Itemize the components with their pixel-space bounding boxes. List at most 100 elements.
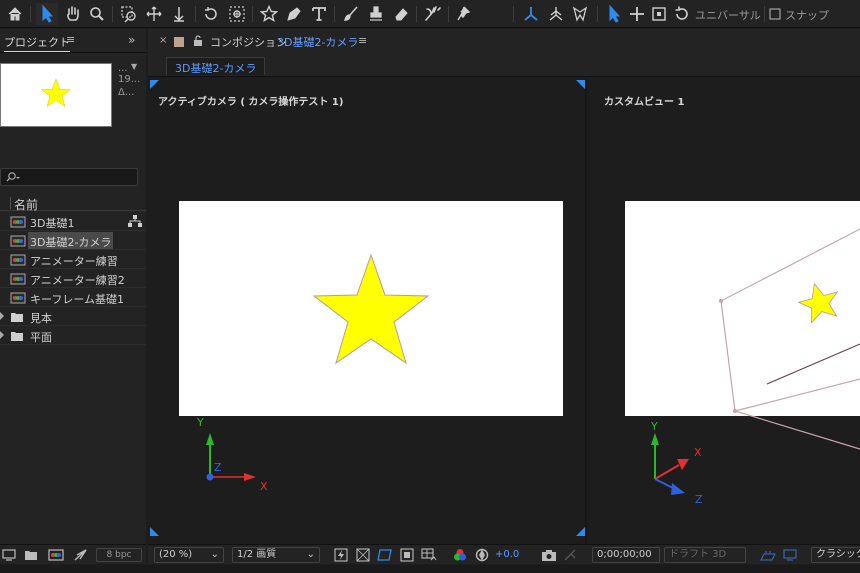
local-axis-mode-icon[interactable] (519, 3, 543, 25)
new-folder-icon[interactable] (24, 549, 38, 561)
reset-exposure-icon[interactable] (475, 548, 489, 562)
shape-tool-star-icon[interactable] (258, 3, 280, 25)
expand-arrow-icon[interactable] (0, 331, 4, 339)
universal-rotate-icon[interactable] (671, 3, 693, 25)
thumbnail-dropdown-icon[interactable]: ▼ (131, 62, 137, 71)
status-bar (0, 565, 860, 573)
region-of-interest-icon[interactable] (400, 548, 414, 562)
axis-gizmo (651, 433, 689, 495)
custom-view-title: カスタムビュー 1 (604, 97, 685, 108)
type-tool-icon[interactable] (308, 3, 330, 25)
lock-icon[interactable] (193, 35, 203, 47)
roto-brush-tool-icon[interactable] (422, 3, 444, 25)
tab-composition-name[interactable]: 3D基礎2-カメラ (277, 34, 358, 50)
project-item[interactable]: 見本 (0, 307, 146, 326)
axis-label-z: Z (214, 461, 222, 474)
anchor-point-tool-icon[interactable] (226, 3, 248, 25)
renderer-dropdown[interactable]: クラシック (811, 547, 860, 563)
axis-label-z: Z (695, 493, 703, 506)
thumbnail-info-line: ... (118, 63, 128, 74)
chevron-down-icon: ⌄ (306, 549, 315, 560)
composition-panel: × コンポジション 3D基礎2-カメラ ≡ 3D基礎2-カメラ アクティブカメラ… (148, 29, 860, 544)
active-camera-viewer[interactable] (148, 179, 584, 499)
composition-navigator-bar: 3D基礎2-カメラ (148, 53, 860, 77)
column-header-name[interactable]: 名前 (14, 196, 38, 213)
project-item[interactable]: アニメーター練習 (0, 250, 146, 269)
current-time-field[interactable]: 0;00;00;00 (592, 547, 660, 563)
puppet-pin-tool-icon[interactable] (453, 3, 475, 25)
interpret-footage-icon[interactable] (2, 549, 16, 561)
universal-scale-icon[interactable] (648, 3, 670, 25)
folder-icon (11, 313, 23, 322)
exposure-value[interactable]: +0.0 (495, 549, 519, 560)
dolly-camera-icon[interactable] (168, 3, 190, 25)
project-list-header: 名前 (0, 195, 146, 213)
composition-viewer-controls: (20 %) ⌄ 1/2 画質 ⌄ +0.0 0;00;00;00 ドラフト 3D … (148, 544, 860, 564)
selection-tool-icon[interactable] (36, 3, 58, 25)
zoom-tool-icon[interactable] (86, 3, 108, 25)
project-item-label: アニメーター練習 (30, 255, 118, 268)
panel-expand-icon[interactable]: » (128, 33, 135, 47)
eraser-tool-icon[interactable] (390, 3, 412, 25)
clone-stamp-tool-icon[interactable] (365, 3, 387, 25)
project-item[interactable]: 3D基礎2-カメラ (0, 231, 146, 250)
3d-view-preset-icon[interactable] (782, 548, 798, 562)
pen-tool-icon[interactable] (283, 3, 305, 25)
snapshot-camera-icon[interactable] (541, 548, 557, 562)
axis-label-x: X (260, 480, 268, 493)
fast-previews-icon[interactable] (334, 548, 348, 562)
transparency-grid-icon[interactable] (356, 548, 370, 562)
project-item[interactable]: キーフレーム基礎1 (0, 288, 146, 307)
viewer-corner-marker (576, 80, 585, 89)
orbit-camera-icon[interactable] (118, 3, 140, 25)
world-axis-mode-icon[interactable] (545, 3, 567, 25)
tab-composition-label[interactable]: コンポジション (210, 34, 287, 50)
thumbnail-info-line: Δ... (118, 87, 135, 98)
tab-project[interactable]: プロジェクト (4, 34, 70, 52)
pan-camera-icon[interactable] (143, 3, 165, 25)
color-depth-button[interactable]: 8 bpc (96, 548, 142, 562)
show-snapshot-icon[interactable] (562, 548, 578, 562)
project-item[interactable]: アニメーター練習2 (0, 269, 146, 288)
universal-move-icon[interactable] (626, 3, 648, 25)
channel-rgb-icon[interactable] (453, 548, 467, 562)
rotate-tool-icon[interactable] (200, 3, 222, 25)
folder-icon (11, 332, 23, 341)
close-tab-icon[interactable]: × (159, 35, 167, 46)
flowchart-icon[interactable] (128, 215, 142, 227)
draft-3d-toggle[interactable]: ドラフト 3D (664, 547, 746, 563)
expand-arrow-icon[interactable] (0, 312, 4, 320)
axis-label-y: Y (197, 416, 204, 429)
view-axis-mode-icon[interactable] (569, 3, 591, 25)
magnification-dropdown[interactable]: (20 %) ⌄ (154, 547, 224, 563)
axis-label-y: Y (651, 420, 658, 433)
mask-visibility-icon[interactable] (377, 548, 393, 562)
active-camera-view-title: アクティブカメラ ( カメラ操作テスト 1) (158, 97, 344, 108)
project-item[interactable]: 3D基礎1 (0, 212, 146, 231)
new-composition-icon[interactable] (48, 549, 64, 561)
render-queue-icon[interactable] (74, 549, 88, 561)
home-icon[interactable] (4, 3, 26, 25)
composition-icon (10, 273, 26, 285)
panel-menu-icon[interactable]: ≡ (66, 33, 75, 46)
resolution-dropdown[interactable]: 1/2 画質 ⌄ (232, 547, 320, 563)
universal-selection-icon[interactable] (603, 3, 625, 25)
3d-ground-plane-icon[interactable] (760, 548, 776, 562)
project-item-label: アニメーター練習2 (30, 274, 125, 287)
composition-navigator-tab[interactable]: 3D基礎2-カメラ (166, 57, 266, 75)
viewer-corner-marker (150, 527, 159, 536)
composition-icon (10, 216, 26, 228)
snap-checkbox[interactable] (767, 3, 783, 25)
hand-tool-icon[interactable] (62, 3, 84, 25)
axis-label-x: X (694, 446, 702, 459)
project-tab-bar: プロジェクト ≡ » (0, 29, 146, 53)
brush-tool-icon[interactable] (340, 3, 362, 25)
grid-guides-icon[interactable] (421, 548, 437, 562)
universal-label: ユニバーサル (695, 9, 761, 22)
panel-menu-icon[interactable]: ≡ (358, 34, 367, 47)
custom-view-viewer[interactable] (587, 179, 860, 499)
project-thumbnail (0, 63, 112, 127)
project-item-label: 平面 (30, 331, 52, 344)
project-item[interactable]: 平面 (0, 326, 146, 345)
project-search-input[interactable] (0, 168, 138, 186)
